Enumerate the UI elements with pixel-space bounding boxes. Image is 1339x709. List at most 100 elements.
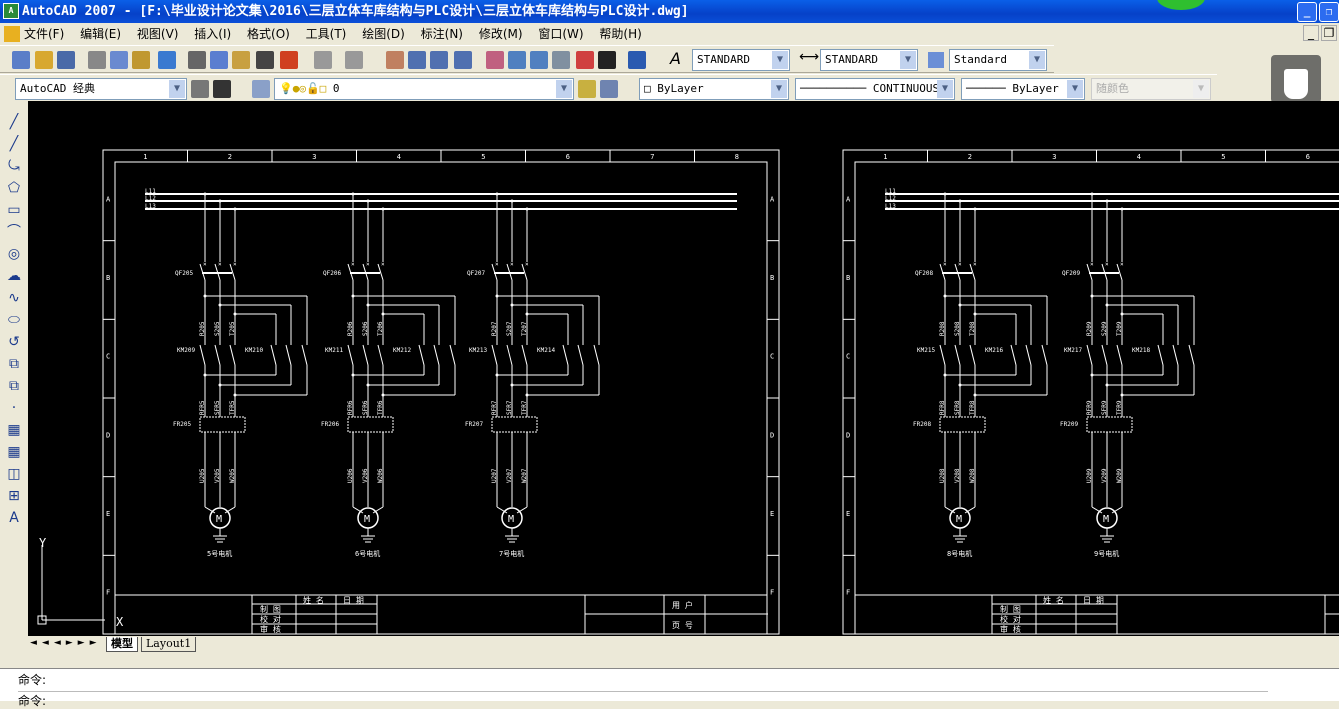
contactor-contact xyxy=(954,344,961,366)
dim-style-select[interactable]: STANDARD ▼ xyxy=(820,49,918,71)
draw-tool-icon-18[interactable]: A xyxy=(5,509,23,527)
workspace-select[interactable]: AutoCAD 经典 ▼ xyxy=(15,78,187,100)
draw-tool-icon-15[interactable]: ▦ xyxy=(5,443,23,461)
wire-label: TFR6 xyxy=(377,400,384,415)
toolbar-icon-14[interactable] xyxy=(386,51,404,69)
toolbar-icon-3[interactable] xyxy=(88,51,106,69)
usb-device-icon[interactable] xyxy=(1271,55,1321,103)
electrical-schematic: 1 2 3 4 5 6 7 8A AB BC CD DE EF FL11L12L13姓 名日 期制 图校 … xyxy=(37,149,1339,635)
lineweight-select[interactable]: ────── ByLayer ▼ xyxy=(961,78,1085,100)
toolbar-icon-19[interactable] xyxy=(508,51,526,69)
layer-select[interactable]: 💡●◎🔓□ 0 ▼ xyxy=(274,78,574,100)
document-icon[interactable] xyxy=(4,26,20,42)
draw-tool-icon-0[interactable]: ╱ xyxy=(5,113,23,131)
wire-label: U205 xyxy=(199,468,206,483)
wire-label: TFR7 xyxy=(521,400,528,415)
restore-button[interactable]: ❐ xyxy=(1319,2,1339,22)
wire-label: W206 xyxy=(377,468,384,483)
tab-model[interactable]: 模型 xyxy=(106,637,138,652)
layer-manager-icon[interactable] xyxy=(252,80,270,98)
command-input[interactable]: 命令: xyxy=(18,691,1268,709)
draw-tool-icon-16[interactable]: ◫ xyxy=(5,465,23,483)
menu-format[interactable]: 格式(O) xyxy=(247,27,290,41)
menu-tools[interactable]: 工具(T) xyxy=(306,27,347,41)
draw-tool-icon-1[interactable]: ╱ xyxy=(5,135,23,153)
toolbar-icon-8[interactable] xyxy=(210,51,228,69)
doc-restore-button[interactable]: ❐ xyxy=(1321,25,1337,41)
draw-tool-icon-12[interactable]: ⧉ xyxy=(5,377,23,395)
draw-tool-icon-3[interactable]: ⬠ xyxy=(5,179,23,197)
toolbar-icon-2[interactable] xyxy=(57,51,75,69)
toolbar-icon-4[interactable] xyxy=(110,51,128,69)
draw-tool-icon-11[interactable]: ⧉ xyxy=(5,355,23,373)
draw-tool-icon-7[interactable]: ☁ xyxy=(5,267,23,285)
autocad-app-icon[interactable]: A xyxy=(3,3,19,19)
toolbar-icon-13[interactable] xyxy=(345,51,363,69)
toolbar-icon-23[interactable] xyxy=(598,51,616,69)
draw-tool-icon-8[interactable]: ∿ xyxy=(5,289,23,307)
menu-help[interactable]: 帮助(H) xyxy=(599,27,641,41)
wire-label: V206 xyxy=(362,468,369,483)
wire-label: V209 xyxy=(1101,468,1108,483)
toolbar-icon-17[interactable] xyxy=(454,51,472,69)
tab-nav-arrows[interactable]: ◄◄◄►►► xyxy=(30,638,102,648)
toolbar-icon-21[interactable] xyxy=(552,51,570,69)
toolbar-icon-20[interactable] xyxy=(530,51,548,69)
command-line[interactable]: 命令: 命令: xyxy=(0,668,1339,708)
menu-insert[interactable]: 插入(I) xyxy=(194,27,231,41)
toolbar-icon-9[interactable] xyxy=(232,51,250,69)
menu-modify[interactable]: 修改(M) xyxy=(479,27,523,41)
draw-tool-icon-9[interactable]: ⬭ xyxy=(5,311,23,329)
draw-tool-icon-2[interactable]: ⤿ xyxy=(5,157,23,175)
thermal-relay xyxy=(491,416,538,433)
drawing-canvas[interactable]: 1 2 3 4 5 6 7 8 A A B B C C D D E E F F L11 L12 L13 姓 名日 期制 图校 … xyxy=(28,101,1339,636)
layer-previous-icon[interactable] xyxy=(600,80,618,98)
toolbar-icon-6[interactable] xyxy=(158,51,176,69)
toolbar-icon-24[interactable] xyxy=(628,51,646,69)
table-style-select[interactable]: Standard ▼ xyxy=(949,49,1047,71)
tab-layout1[interactable]: Layout1 xyxy=(141,637,197,652)
toolbar-icon-22[interactable] xyxy=(576,51,594,69)
floating-green-widget[interactable] xyxy=(1157,0,1205,10)
junction-dot xyxy=(381,312,385,316)
toolbar-icon-1[interactable] xyxy=(35,51,53,69)
draw-tool-icon-14[interactable]: ▦ xyxy=(5,421,23,439)
draw-tool-icon-5[interactable]: ⌒ xyxy=(5,223,23,241)
toolbar-icon-11[interactable] xyxy=(280,51,298,69)
linetype-select[interactable]: ────────── CONTINUOUS ▼ xyxy=(795,78,955,100)
dim-style-icon[interactable]: ⟷ xyxy=(799,49,819,65)
toolbar-icon-7[interactable] xyxy=(188,51,206,69)
my-workspace-icon[interactable] xyxy=(213,80,231,98)
toolbar-icon-18[interactable] xyxy=(486,51,504,69)
toolbar-icon-0[interactable] xyxy=(12,51,30,69)
draw-tool-icon-13[interactable]: · xyxy=(5,399,23,417)
workspace-layers-toolbar: AutoCAD 经典 ▼ 💡●◎🔓□ 0 ▼ xyxy=(0,74,632,102)
junction-dot xyxy=(958,303,962,307)
text-style-select[interactable]: STANDARD ▼ xyxy=(692,49,790,71)
menu-view[interactable]: 视图(V) xyxy=(137,27,179,41)
toolbar-icon-12[interactable] xyxy=(314,51,332,69)
table-style-icon[interactable] xyxy=(928,52,944,68)
draw-tool-icon-4[interactable]: ▭ xyxy=(5,201,23,219)
draw-tool-icon-6[interactable]: ◎ xyxy=(5,245,23,263)
toolbar-icon-5[interactable] xyxy=(132,51,150,69)
junction-dot xyxy=(973,312,977,316)
draw-toolbar: ╱ ╱ ⤿ ⬠ ▭ ⌒ ◎ ☁ ∿ ⬭ ↺ ⧉ ⧉ · ▦ ▦ ◫ ⊞ A xyxy=(0,101,28,636)
color-select[interactable]: □ ByLayer ▼ xyxy=(639,78,789,100)
workspace-settings-icon[interactable] xyxy=(191,80,209,98)
draw-tool-icon-10[interactable]: ↺ xyxy=(5,333,23,351)
minimize-button[interactable]: _ xyxy=(1297,2,1317,22)
text-style-icon[interactable]: A xyxy=(670,49,681,68)
make-object-layer-current-icon[interactable] xyxy=(578,80,596,98)
contactor-contact xyxy=(939,344,946,366)
menu-dimension[interactable]: 标注(N) xyxy=(421,27,463,41)
toolbar-icon-15[interactable] xyxy=(408,51,426,69)
menu-window[interactable]: 窗口(W) xyxy=(538,27,583,41)
menu-file[interactable]: 文件(F) xyxy=(24,27,64,41)
draw-tool-icon-17[interactable]: ⊞ xyxy=(5,487,23,505)
menu-draw[interactable]: 绘图(D) xyxy=(362,27,405,41)
menu-edit[interactable]: 编辑(E) xyxy=(80,27,121,41)
toolbar-icon-16[interactable] xyxy=(430,51,448,69)
doc-minimize-button[interactable]: _ xyxy=(1303,25,1319,41)
toolbar-icon-10[interactable] xyxy=(256,51,274,69)
